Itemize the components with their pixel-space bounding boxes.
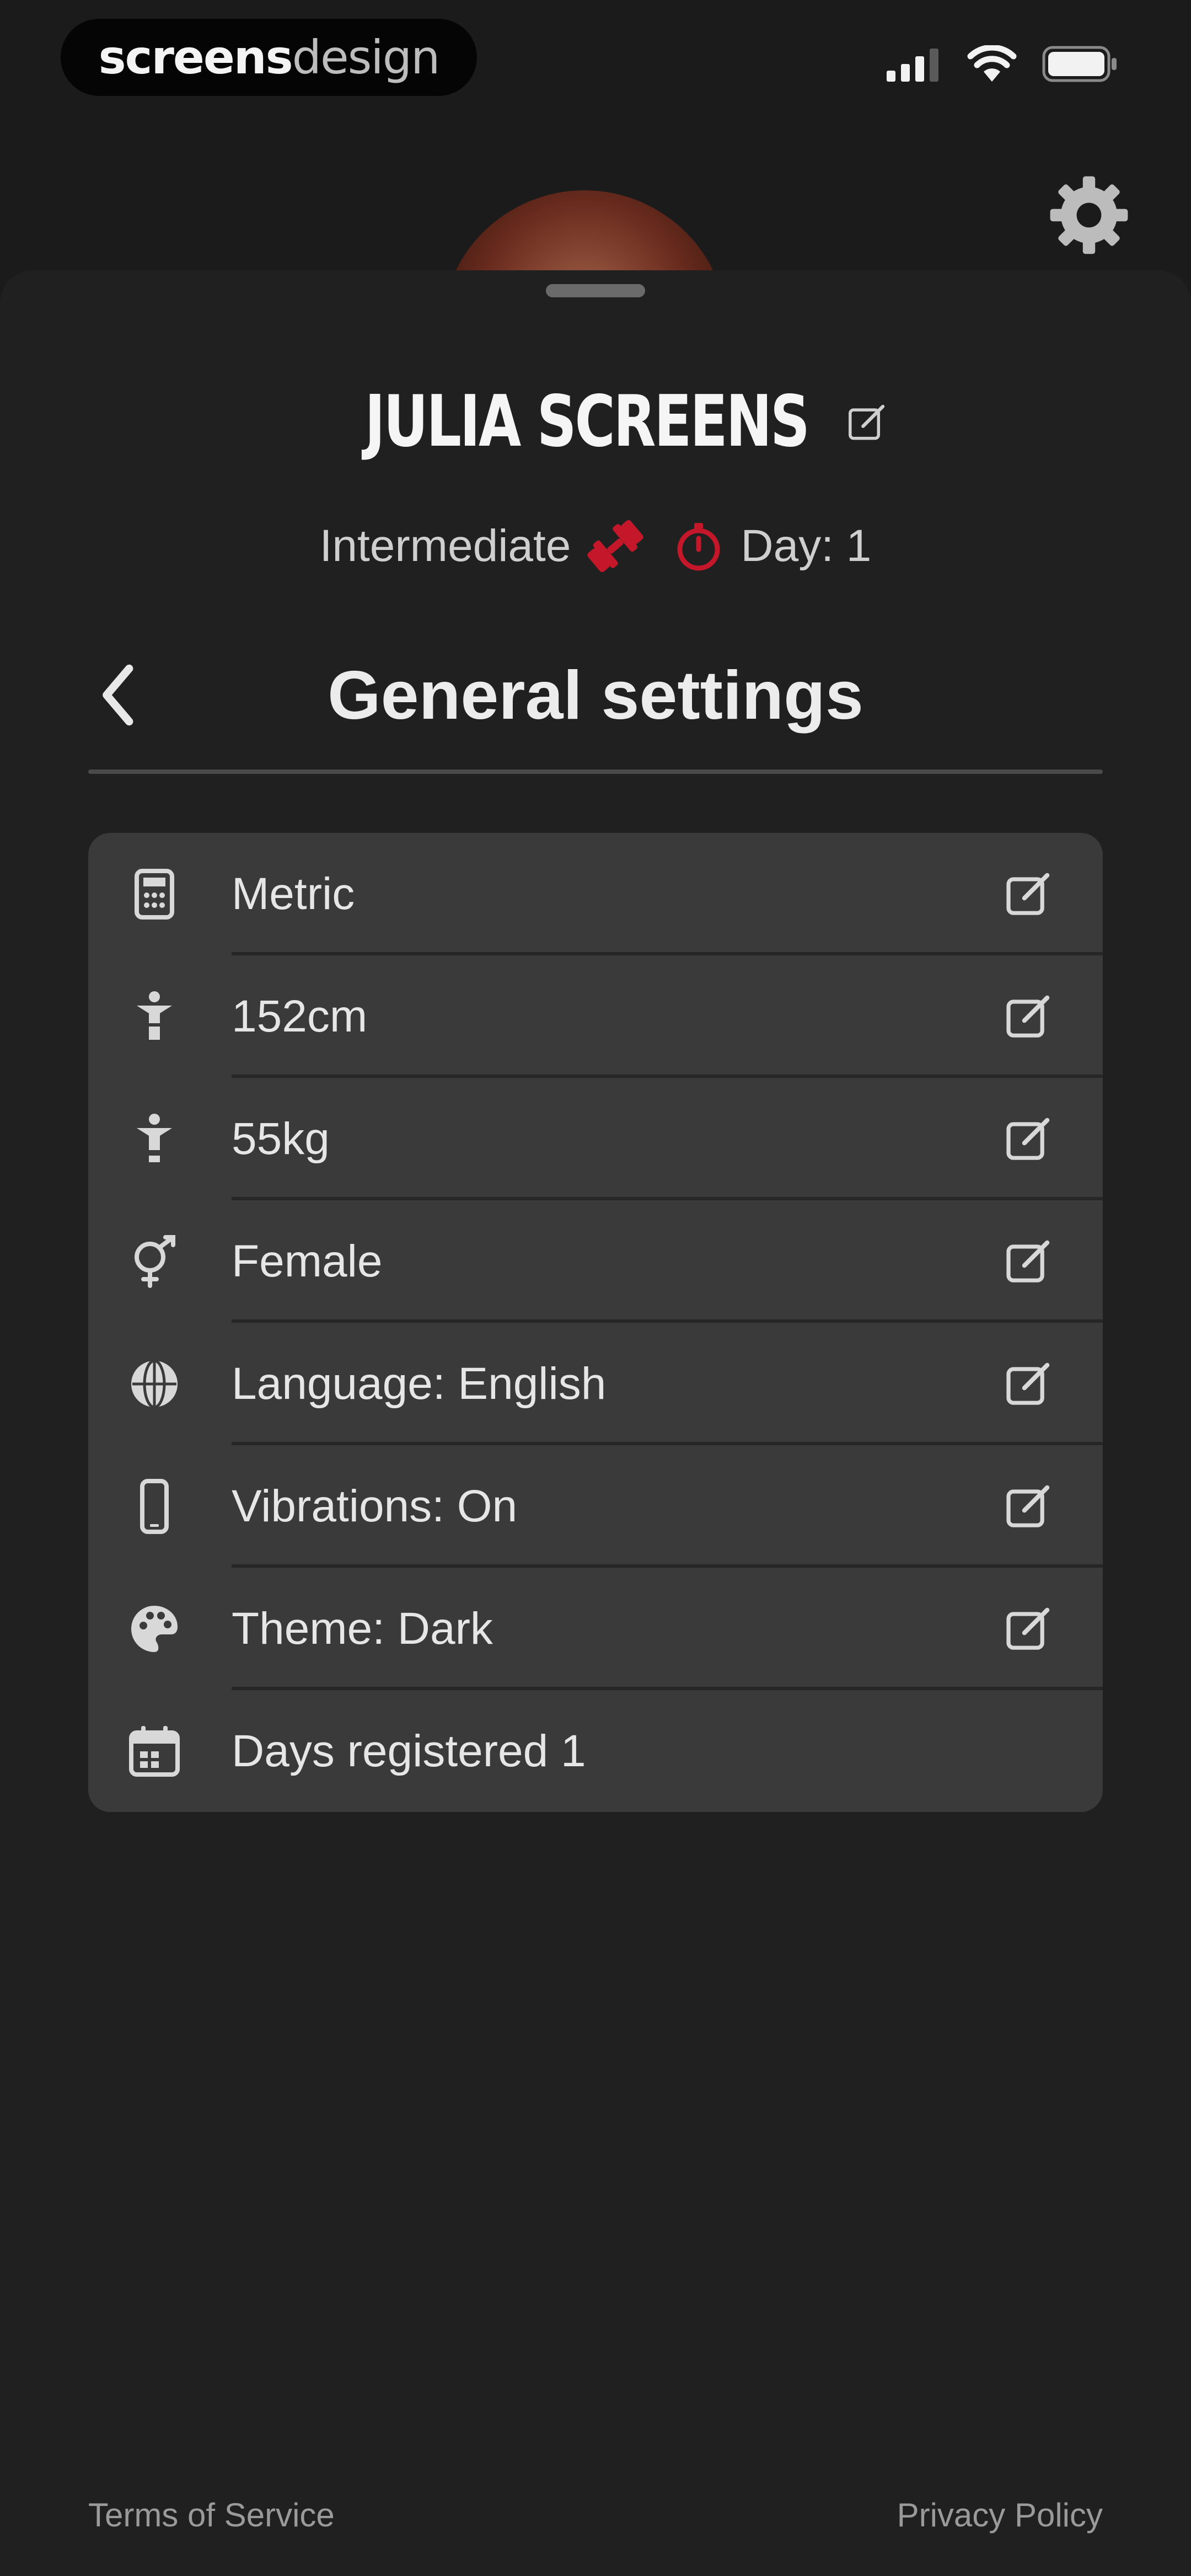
phone-icon xyxy=(140,1479,169,1534)
stopwatch-icon xyxy=(677,523,720,571)
battery-icon xyxy=(1042,46,1117,82)
edit-icon[interactable] xyxy=(1004,1359,1053,1409)
setting-label: Metric xyxy=(232,869,355,919)
calculator-icon xyxy=(135,869,174,920)
calendar-icon xyxy=(129,1726,180,1777)
setting-label: Theme: Dark xyxy=(232,1604,493,1654)
setting-row-theme[interactable]: Theme: Dark xyxy=(88,1568,1103,1690)
person-height-icon xyxy=(137,991,172,1040)
profile-name: JULIA SCREENS xyxy=(364,381,810,463)
header-divider xyxy=(88,769,1103,774)
setting-row-units[interactable]: Metric xyxy=(88,833,1103,955)
gender-icon xyxy=(135,1235,175,1288)
profile-level-row: Intermediate Day: 1 xyxy=(0,516,1191,576)
logo-bold-text: screens xyxy=(98,30,293,84)
setting-label: 152cm xyxy=(232,991,368,1041)
setting-row-language[interactable]: Language: English xyxy=(88,1323,1103,1445)
setting-label: Days registered 1 xyxy=(232,1726,586,1776)
day-counter: Day: 1 xyxy=(741,521,872,571)
edit-icon[interactable] xyxy=(1004,869,1053,919)
setting-row-height[interactable]: 152cm xyxy=(88,955,1103,1078)
edit-icon[interactable] xyxy=(1004,1237,1053,1286)
edit-name-icon[interactable] xyxy=(846,400,889,443)
setting-label: Female xyxy=(232,1236,383,1286)
system-icons xyxy=(887,45,1119,83)
level-label: Intermediate xyxy=(319,521,571,571)
logo-light-text: design xyxy=(292,30,441,84)
profile-name-row: JULIA SCREENS xyxy=(0,381,1191,463)
settings-header: General settings xyxy=(88,634,1103,745)
dumbbell-icon xyxy=(587,520,644,573)
globe-icon xyxy=(131,1359,178,1409)
edit-icon[interactable] xyxy=(1004,992,1053,1041)
settings-list: Metric 152cm 55kg Female Language: Engli… xyxy=(88,833,1103,1812)
edit-icon[interactable] xyxy=(1004,1604,1053,1654)
person-weight-icon xyxy=(137,1114,172,1162)
status-bar: screens design xyxy=(0,0,1191,110)
wifi-icon xyxy=(967,45,1017,82)
palette-icon xyxy=(131,1606,178,1652)
edit-icon[interactable] xyxy=(1004,1482,1053,1531)
setting-row-vibrations[interactable]: Vibrations: On xyxy=(88,1445,1103,1568)
setting-row-gender[interactable]: Female xyxy=(88,1200,1103,1323)
sheet-drag-handle[interactable] xyxy=(546,284,645,297)
setting-label: 55kg xyxy=(232,1114,330,1164)
terms-of-service-link[interactable]: Terms of Service xyxy=(88,2496,335,2534)
edit-icon[interactable] xyxy=(1004,1114,1053,1164)
privacy-policy-link[interactable]: Privacy Policy xyxy=(897,2496,1103,2534)
screensdesign-logo: screens design xyxy=(61,19,477,96)
signal-icon xyxy=(887,49,938,82)
gear-icon[interactable] xyxy=(1045,171,1133,259)
setting-row-days-registered: Days registered 1 xyxy=(88,1690,1103,1812)
setting-label: Vibrations: On xyxy=(232,1481,518,1531)
setting-row-weight[interactable]: 55kg xyxy=(88,1078,1103,1200)
setting-label: Language: English xyxy=(232,1359,607,1409)
page-title: General settings xyxy=(328,658,863,734)
